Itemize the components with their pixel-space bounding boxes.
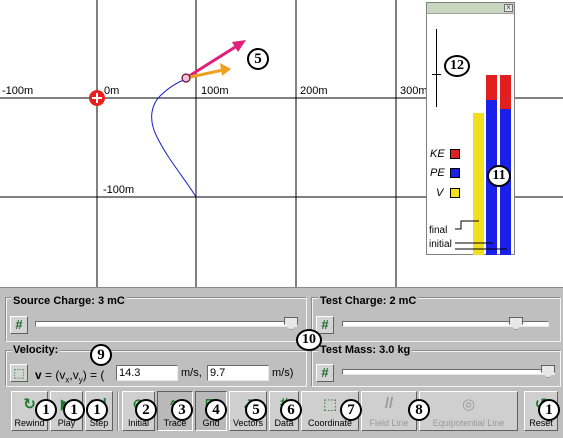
callout-10: 10 (296, 329, 322, 351)
test-mass-numeric-button[interactable]: # (316, 364, 334, 382)
source-charge-numeric-button[interactable]: # (10, 316, 28, 334)
control-panel: Source Charge: 3 mC # Test Charge: 2 mC … (0, 287, 563, 438)
callout-4: 4 (205, 399, 227, 421)
field-line-label: Field Line (369, 418, 409, 428)
final-initial-pointers (455, 220, 507, 250)
velocity-label: Velocity: (11, 344, 61, 356)
simulation-plot[interactable]: -100m 0m 100m 200m 300m -100m × KE PE V … (0, 0, 563, 287)
x-axis-label: 200m (300, 85, 328, 97)
source-charge-slider-track[interactable] (35, 321, 297, 327)
velocity-x-input[interactable]: 14.3 (116, 365, 178, 381)
test-mass-label: Test Mass: 3.0 kg (318, 344, 413, 356)
callout-3: 3 (171, 399, 193, 421)
velocity-formula: v = (vx,vy) = ( (35, 368, 105, 385)
velocity-y-unit: m/s) (272, 367, 294, 379)
velocity-y-input[interactable]: 9.7 (207, 365, 269, 381)
velocity-x-unit: m/s, (181, 367, 202, 379)
velocity-vector-head (220, 63, 231, 76)
x-axis-label: -100m (2, 85, 34, 97)
test-charge-label: Test Charge: 2 mC (318, 295, 419, 307)
energy-chart-window[interactable]: × KE PE V final initial (426, 2, 515, 255)
callout-1-rewind: 1 (35, 399, 57, 421)
test-charge (181, 73, 191, 83)
callout-5: 5 (245, 399, 267, 421)
trajectory-path (151, 78, 197, 198)
toolbar-separator (117, 391, 119, 431)
callout-9: 9 (90, 344, 112, 366)
equipotential-line-button[interactable]: ◎ Equipotential Line (419, 391, 518, 431)
equipotential-icon: ◎ (461, 396, 476, 413)
callout-5-vector: 5 (247, 48, 269, 70)
callout-1-reset: 1 (538, 399, 560, 421)
velocity-graph-button[interactable]: ⬚ (10, 364, 28, 382)
callout-2: 2 (135, 399, 157, 421)
x-axis-label: 0m (104, 85, 120, 97)
x-axis-label: 100m (201, 85, 229, 97)
callout-8: 8 (408, 399, 430, 421)
callout-7: 7 (340, 399, 362, 421)
y-axis-label: -100m (103, 184, 135, 196)
callout-6: 6 (280, 399, 302, 421)
test-mass-slider-track[interactable] (342, 369, 555, 375)
callout-11: 11 (487, 165, 511, 187)
test-charge-numeric-button[interactable]: # (316, 316, 334, 334)
equipotential-line-label: Equipotential Line (432, 418, 505, 428)
callout-1-step: 1 (86, 399, 108, 421)
callout-12: 12 (444, 55, 470, 77)
callout-1-play: 1 (63, 399, 85, 421)
x-axis-label: 300m (400, 85, 428, 97)
source-charge-label: Source Charge: 3 mC (11, 295, 127, 307)
